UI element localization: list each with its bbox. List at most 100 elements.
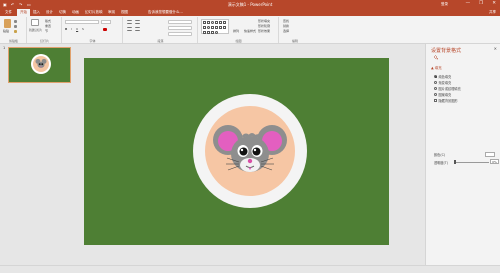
- arrange-button[interactable]: 排列: [233, 29, 239, 33]
- tab-animations[interactable]: 动画: [72, 9, 79, 16]
- section-button[interactable]: 节: [45, 29, 48, 33]
- tab-review[interactable]: 审阅: [108, 9, 115, 16]
- transparency-label: 透明度(T): [434, 161, 448, 165]
- solid-fill-option[interactable]: 纯色填充: [434, 74, 451, 79]
- align-left-icon[interactable]: [127, 27, 132, 31]
- minimize-button[interactable]: —: [466, 1, 471, 6]
- underline-button[interactable]: U: [76, 27, 78, 31]
- solid-fill-label: 纯色填充: [438, 75, 452, 79]
- shape-fill-button[interactable]: 形状填充: [258, 19, 270, 23]
- italic-button[interactable]: I: [71, 27, 72, 31]
- hide-background-label: 隐藏背景图形: [438, 99, 458, 103]
- shadow-button[interactable]: S: [82, 27, 84, 31]
- editing-group: 查找 替换 选择 编辑: [280, 17, 310, 43]
- transparency-slider-thumb[interactable]: [454, 160, 456, 164]
- plate-inner-circle[interactable]: [205, 106, 295, 196]
- new-slide-button[interactable]: 新建幻灯片: [29, 28, 42, 32]
- shapes-gallery[interactable]: [201, 19, 229, 34]
- gradient-fill-label: 渐变填充: [438, 81, 452, 85]
- slide-thumbnail[interactable]: [8, 47, 71, 83]
- signin-link[interactable]: 登录: [441, 2, 448, 7]
- tab-design[interactable]: 设计: [46, 9, 53, 16]
- transparency-value[interactable]: 0%: [490, 159, 499, 164]
- hide-background-checkbox[interactable]: [434, 99, 437, 102]
- find-button[interactable]: 查找: [283, 19, 289, 23]
- new-slide-icon[interactable]: [31, 19, 39, 26]
- window-title: 演示文稿1 - PowerPoint: [227, 2, 273, 7]
- font-color-icon[interactable]: [103, 28, 107, 31]
- clipboard-group: 粘贴 剪贴板: [1, 17, 27, 43]
- color-picker-button[interactable]: [485, 152, 495, 157]
- select-button[interactable]: 选择: [283, 29, 289, 33]
- solid-fill-radio[interactable]: [434, 75, 437, 78]
- fill-bucket-icon[interactable]: [433, 55, 438, 60]
- title-bar: ▣ ↶ ↷ ▭ 演示文稿1 - PowerPoint 登录 — ❐ ✕: [0, 0, 500, 9]
- gradient-fill-option[interactable]: 渐变填充: [434, 80, 451, 85]
- restore-button[interactable]: ❐: [479, 1, 483, 6]
- thumbnail-number: 1: [3, 46, 6, 50]
- ribbon-tabs: 文件 开始 插入 设计 切换 动画 幻灯片放映 审阅 视图 告诉我您想要做什么.…: [0, 9, 500, 16]
- format-pane-close-button[interactable]: ✕: [494, 46, 497, 51]
- shape-outline-button[interactable]: 形状轮廓: [258, 24, 270, 28]
- slide-canvas[interactable]: [84, 58, 389, 245]
- tab-insert[interactable]: 插入: [33, 9, 40, 16]
- drawing-group-label: 绘图: [235, 39, 242, 43]
- smartart-box[interactable]: [168, 32, 192, 36]
- tab-file[interactable]: 文件: [5, 9, 12, 16]
- slide-thumbnails-pane: 1: [0, 44, 77, 265]
- paste-icon[interactable]: [4, 19, 11, 28]
- format-background-pane: 设置背景格式 ✕ ▲ 填充 纯色填充 渐变填充 图片或纹理填充 图案填充 隐藏背…: [425, 44, 500, 265]
- format-pane-title: 设置背景格式: [431, 48, 462, 54]
- tab-home[interactable]: 开始: [17, 9, 30, 16]
- gradient-fill-radio[interactable]: [434, 81, 437, 84]
- paste-button[interactable]: 粘贴: [3, 29, 9, 33]
- format-painter-icon[interactable]: [14, 30, 17, 33]
- mouse-face-icon[interactable]: [205, 106, 295, 196]
- font-group: B I U S 字体: [63, 17, 123, 43]
- replace-button[interactable]: 替换: [283, 24, 289, 28]
- align-text-box[interactable]: [168, 26, 192, 30]
- quick-styles-button[interactable]: 快速样式: [244, 29, 256, 33]
- transparency-slider[interactable]: [454, 162, 489, 163]
- tell-me-box[interactable]: 告诉我您想要做什么...: [148, 9, 183, 16]
- picture-fill-radio[interactable]: [434, 87, 437, 90]
- fill-section-header[interactable]: ▲ 填充: [431, 66, 442, 71]
- share-button[interactable]: 共享: [489, 9, 496, 16]
- picture-fill-label: 图片或纹理填充: [438, 87, 461, 91]
- slides-group: 新建幻灯片 版式 重置 节 幻灯片: [28, 17, 62, 43]
- plate-outer-circle[interactable]: [193, 94, 307, 208]
- slides-group-label: 幻灯片: [39, 39, 49, 43]
- pattern-fill-label: 图案填充: [438, 93, 452, 97]
- font-size-box[interactable]: [101, 20, 111, 24]
- status-bar: [0, 265, 500, 273]
- font-name-box[interactable]: [65, 20, 99, 24]
- pattern-fill-radio[interactable]: [434, 93, 437, 96]
- shape-effects-button[interactable]: 形状效果: [258, 29, 270, 33]
- copy-icon[interactable]: [14, 25, 17, 28]
- cut-icon[interactable]: [14, 20, 17, 23]
- thumbnail-mouse-icon: [35, 58, 47, 68]
- editing-group-label: 编辑: [291, 39, 298, 43]
- align-center-icon[interactable]: [135, 27, 140, 31]
- pattern-fill-option[interactable]: 图案填充: [434, 92, 451, 97]
- ribbon: 粘贴 剪贴板 新建幻灯片 版式 重置 节 幻灯片 B I U S 字体 段落 排…: [0, 16, 500, 44]
- bold-button[interactable]: B: [65, 27, 67, 31]
- picture-fill-option[interactable]: 图片或纹理填充: [434, 86, 461, 91]
- text-direction-box[interactable]: [168, 20, 192, 24]
- tab-slideshow[interactable]: 幻灯片放映: [85, 9, 103, 16]
- tab-transitions[interactable]: 切换: [59, 9, 66, 16]
- thumbnail-plate: [31, 54, 51, 74]
- tab-view[interactable]: 视图: [121, 9, 128, 16]
- paragraph-group: 段落: [124, 17, 198, 43]
- paragraph-group-label: 段落: [157, 39, 164, 43]
- color-label: 颜色(C): [434, 153, 446, 157]
- numbering-icon[interactable]: [135, 20, 140, 24]
- thumbnail-plate-inner: [33, 56, 49, 72]
- layout-button[interactable]: 版式: [45, 19, 51, 23]
- reset-button[interactable]: 重置: [45, 24, 51, 28]
- close-button[interactable]: ✕: [492, 1, 496, 6]
- hide-background-option[interactable]: 隐藏背景图形: [434, 98, 458, 103]
- clipboard-group-label: 剪贴板: [8, 39, 18, 43]
- bullets-icon[interactable]: [127, 20, 132, 24]
- font-group-label: 字体: [89, 39, 96, 43]
